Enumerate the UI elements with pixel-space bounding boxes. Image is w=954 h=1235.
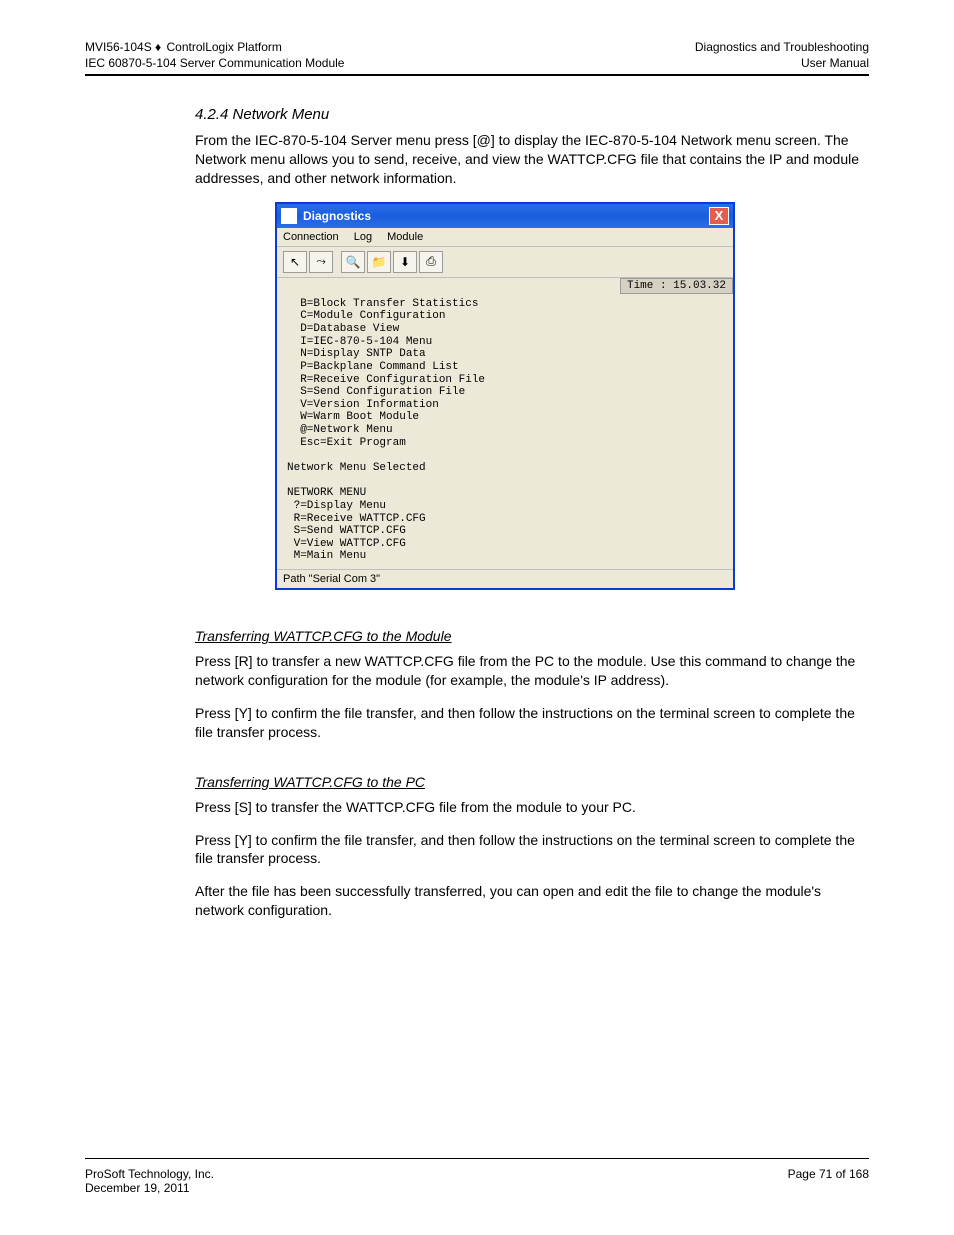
transfer-pc-p1: Press [S] to transfer the WATTCP.CFG fil… bbox=[195, 798, 869, 817]
menubar: Connection Log Module bbox=[277, 228, 733, 247]
footer-page: Page 71 of 168 bbox=[788, 1167, 869, 1181]
statusbar: Path "Serial Com 3" bbox=[277, 569, 733, 588]
menu-log[interactable]: Log bbox=[354, 231, 372, 243]
pointer-icon[interactable]: ↖ bbox=[283, 251, 307, 273]
page-footer: ProSoft Technology, Inc. Page 71 of 168 … bbox=[85, 1154, 869, 1195]
footer-date: December 19, 2011 bbox=[85, 1181, 190, 1195]
header-line-1: MVI56-104S ♦ ControlLogix Platform Diagn… bbox=[85, 40, 869, 54]
footer-company: ProSoft Technology, Inc. bbox=[85, 1167, 214, 1181]
section-title: 4.2.4 Network Menu bbox=[195, 106, 869, 123]
close-button[interactable]: X bbox=[709, 207, 729, 225]
app-icon bbox=[281, 208, 297, 224]
header-right-2: User Manual bbox=[801, 56, 869, 70]
transfer-module-p2: Press [Y] to confirm the file transfer, … bbox=[195, 704, 869, 742]
folder-icon[interactable]: 📁 bbox=[367, 251, 391, 273]
menu-module[interactable]: Module bbox=[387, 231, 423, 243]
transfer-module-p1: Press [R] to transfer a new WATTCP.CFG f… bbox=[195, 652, 869, 690]
diamond-icon: ♦ bbox=[155, 40, 161, 54]
window-frame: Diagnostics X Connection Log Module ↖ ⤳ … bbox=[275, 202, 735, 590]
toolbar: ↖ ⤳ 🔍 📁 ⬇ ⎙ bbox=[277, 247, 733, 278]
transfer-pc-p2: Press [Y] to confirm the file transfer, … bbox=[195, 831, 869, 869]
time-badge: Time : 15.03.32 bbox=[620, 278, 733, 295]
header-left-2: IEC 60870-5-104 Server Communication Mod… bbox=[85, 56, 344, 70]
footer-rule bbox=[85, 1158, 869, 1159]
header-rule bbox=[85, 74, 869, 76]
terminal-area: Time : 15.03.32 B=Block Transfer Statist… bbox=[277, 278, 733, 569]
terminal-text: B=Block Transfer Statistics C=Module Con… bbox=[287, 298, 727, 563]
header-product: MVI56-104S bbox=[85, 40, 152, 54]
header-right-1: Diagnostics and Troubleshooting bbox=[695, 40, 869, 54]
menu-connection[interactable]: Connection bbox=[283, 231, 339, 243]
connect-icon[interactable]: ⤳ bbox=[309, 251, 333, 273]
section-paragraph: From the IEC-870-5-104 Server menu press… bbox=[195, 131, 869, 188]
diagnostics-window-screenshot: Diagnostics X Connection Log Module ↖ ⤳ … bbox=[275, 202, 735, 590]
window-title: Diagnostics bbox=[303, 209, 709, 223]
header-left-1: MVI56-104S ♦ ControlLogix Platform bbox=[85, 40, 282, 54]
download-icon[interactable]: ⬇ bbox=[393, 251, 417, 273]
titlebar: Diagnostics X bbox=[277, 204, 733, 228]
header-platform: ControlLogix Platform bbox=[167, 40, 282, 54]
subheading-transfer-to-module: Transferring WATTCP.CFG to the Module bbox=[195, 628, 452, 644]
transfer-pc-p3: After the file has been successfully tra… bbox=[195, 882, 869, 920]
header-line-2: IEC 60870-5-104 Server Communication Mod… bbox=[85, 56, 869, 70]
print-icon[interactable]: ⎙ bbox=[419, 251, 443, 273]
zoom-icon[interactable]: 🔍 bbox=[341, 251, 365, 273]
subheading-transfer-to-pc: Transferring WATTCP.CFG to the PC bbox=[195, 774, 425, 790]
